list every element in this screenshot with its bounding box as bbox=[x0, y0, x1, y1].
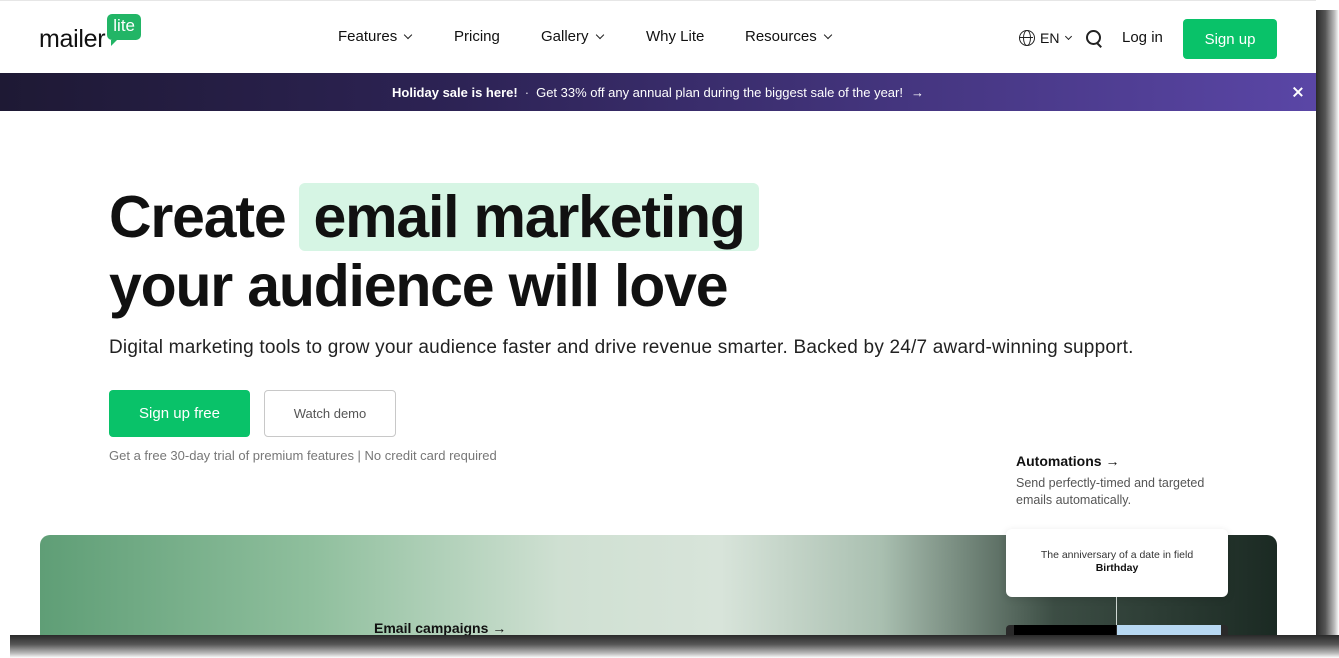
nav-why-lite[interactable]: Why Lite bbox=[646, 28, 704, 45]
nav-resources[interactable]: Resources bbox=[745, 28, 832, 45]
banner-separator: · bbox=[524, 84, 530, 100]
nav-gallery[interactable]: Gallery bbox=[541, 28, 604, 45]
automation-trigger-card: The anniversary of a date in field Birth… bbox=[1006, 529, 1228, 597]
automations-description: Send perfectly-timed and targeted emails… bbox=[1016, 476, 1205, 507]
signup-free-button[interactable]: Sign up free bbox=[109, 390, 250, 437]
preview-dark-block bbox=[1014, 625, 1116, 635]
nav-why-lite-label: Why Lite bbox=[646, 28, 705, 45]
nav-features[interactable]: Features bbox=[338, 28, 413, 45]
logo-word: mailer bbox=[39, 25, 106, 53]
email-preview-panel bbox=[1006, 625, 1228, 635]
hero-title-line2: your audience will love bbox=[109, 253, 729, 319]
signup-button[interactable]: Sign up bbox=[1183, 19, 1277, 59]
nav-features-label: Features bbox=[338, 28, 398, 45]
trigger-field-name: Birthday bbox=[1095, 562, 1139, 574]
nav-pricing-label: Pricing bbox=[454, 28, 500, 45]
promo-banner[interactable]: Holiday sale is here! · Get 33% off any … bbox=[0, 73, 1316, 111]
arrow-right-icon: → bbox=[910, 84, 924, 100]
hero-subtitle: Digital marketing tools to grow your aud… bbox=[109, 337, 1134, 358]
chevron-down-icon bbox=[595, 30, 604, 39]
email-campaigns-link[interactable]: Email campaigns → bbox=[374, 620, 506, 635]
trial-note: Get a free 30-day trial of premium featu… bbox=[109, 448, 497, 463]
site-header: mailer lite Features Pricing Gallery Why… bbox=[0, 0, 1316, 73]
window-shadow-bottom bbox=[10, 635, 1339, 658]
close-icon[interactable] bbox=[1292, 86, 1304, 98]
page: mailer lite Features Pricing Gallery Why… bbox=[0, 0, 1316, 635]
trigger-text: The anniversary of a date in field bbox=[1040, 549, 1194, 561]
logo-badge: lite bbox=[107, 14, 142, 46]
banner-bold-text: Holiday sale is here! bbox=[392, 84, 518, 100]
nav-gallery-label: Gallery bbox=[541, 28, 589, 45]
watch-demo-button[interactable]: Watch demo bbox=[264, 390, 396, 437]
globe-icon bbox=[1019, 30, 1035, 46]
chevron-down-icon bbox=[1065, 32, 1073, 40]
nav-resources-label: Resources bbox=[745, 28, 817, 45]
hero-title-create: Create bbox=[109, 184, 287, 250]
language-selector[interactable]: EN bbox=[1019, 30, 1073, 46]
preview-blue-block bbox=[1117, 625, 1221, 635]
search-icon[interactable] bbox=[1086, 30, 1102, 46]
language-label: EN bbox=[1040, 30, 1060, 46]
automations-link[interactable]: Automations → bbox=[1016, 453, 1119, 469]
window-shadow-right bbox=[1316, 10, 1339, 658]
nav-pricing[interactable]: Pricing bbox=[454, 28, 500, 45]
hero-title-line1: Create email marketing bbox=[109, 182, 759, 252]
banner-text: Get 33% off any annual plan during the b… bbox=[536, 84, 903, 100]
chevron-down-icon bbox=[403, 30, 413, 39]
chevron-down-icon bbox=[823, 30, 832, 39]
mailerlite-logo[interactable]: mailer lite bbox=[39, 14, 142, 53]
login-link[interactable]: Log in bbox=[1122, 29, 1163, 46]
hero-title-highlight: email marketing bbox=[299, 183, 759, 251]
